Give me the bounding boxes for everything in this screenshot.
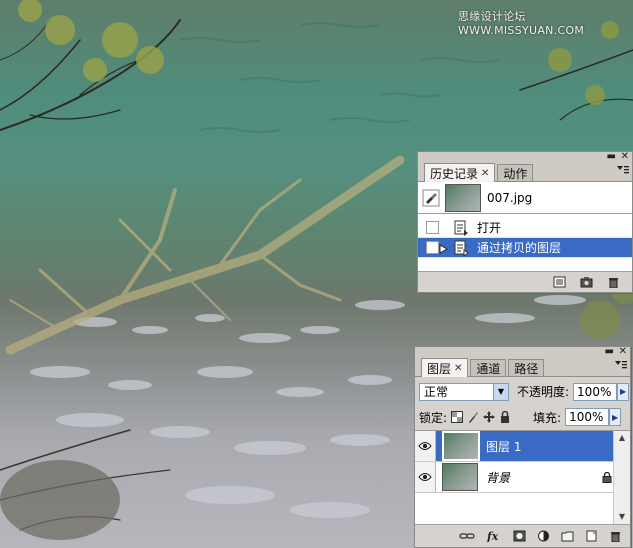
- history-source-checkbox[interactable]: [426, 241, 439, 254]
- watermark-text: 思缘设计论坛 WWW.MISSYUAN.COM: [458, 10, 585, 37]
- panel-menu-icon[interactable]: [617, 165, 629, 175]
- opacity-slider-toggle[interactable]: ▶: [617, 382, 630, 401]
- scroll-up-arrow[interactable]: ▲: [614, 431, 630, 445]
- tab-label: 历史记录: [430, 166, 479, 181]
- tab-paths[interactable]: 路径: [508, 359, 545, 376]
- fx-icon[interactable]: fx: [486, 530, 502, 542]
- history-footer: [418, 271, 632, 291]
- panel-menu-icon[interactable]: [615, 360, 627, 370]
- new-document-from-state-icon[interactable]: [553, 276, 566, 288]
- close-icon[interactable]: ✕: [619, 347, 627, 357]
- snapshot-thumbnail: [445, 183, 481, 212]
- new-layer-icon[interactable]: [585, 530, 598, 542]
- layer-row[interactable]: 背景: [415, 462, 630, 493]
- fill-slider-toggle[interactable]: ▶: [609, 408, 622, 426]
- tab-label: 图层: [427, 361, 452, 376]
- history-state[interactable]: 打开: [418, 218, 632, 238]
- lock-icon: [602, 472, 612, 483]
- history-tab-bar: 历史记录 ✕ 动作: [418, 161, 632, 182]
- tab-close-icon[interactable]: ✕: [454, 363, 462, 374]
- opacity-value: 100%: [577, 384, 612, 399]
- panel-titlebar[interactable]: ▬ ✕: [415, 347, 630, 357]
- history-brush-icon[interactable]: [422, 189, 440, 207]
- opacity-input[interactable]: 100%: [573, 382, 618, 401]
- blend-opacity-row: 正常 ▼ 不透明度: 100% ▶: [415, 379, 630, 404]
- camera-icon[interactable]: [580, 276, 593, 288]
- adjustment-layer-icon[interactable]: [537, 530, 550, 542]
- lock-label: 锁定:: [419, 410, 448, 425]
- history-state-label: 通过拷贝的图层: [477, 241, 562, 255]
- scroll-down-arrow[interactable]: ▼: [614, 510, 630, 524]
- lock-transparency-icon[interactable]: [451, 411, 464, 423]
- history-list: 007.jpg 打开 通过拷贝的图层: [418, 182, 632, 271]
- tab-close-icon[interactable]: ✕: [481, 168, 489, 179]
- lock-position-move-icon[interactable]: [483, 411, 496, 423]
- layers-footer: fx: [415, 524, 630, 547]
- tab-actions[interactable]: 动作: [497, 164, 534, 181]
- history-state-label: 打开: [477, 221, 502, 235]
- close-icon[interactable]: ✕: [621, 152, 629, 162]
- layer-name[interactable]: 图层 1: [486, 438, 521, 455]
- minimize-icon[interactable]: ▬: [605, 347, 614, 357]
- tab-layers[interactable]: 图层 ✕: [421, 358, 469, 377]
- trash-icon[interactable]: [609, 530, 622, 542]
- minimize-icon[interactable]: ▬: [607, 152, 616, 162]
- svg-text:fx: fx: [486, 530, 499, 542]
- link-icon[interactable]: [459, 530, 475, 542]
- layer-thumbnail: [442, 463, 478, 491]
- panel-titlebar[interactable]: ▬ ✕: [418, 152, 632, 162]
- tab-history[interactable]: 历史记录 ✕: [424, 163, 496, 182]
- fill-value: 100%: [569, 410, 604, 424]
- layers-tab-bar: 图层 ✕ 通道 路径: [415, 356, 630, 377]
- lock-pixels-brush-icon[interactable]: [467, 411, 479, 423]
- tab-label: 通道: [476, 361, 501, 376]
- lock-fill-row: 锁定: 填充: 100% ▶: [415, 404, 630, 430]
- chevron-down-icon[interactable]: ▼: [493, 383, 508, 400]
- snapshot-label: 007.jpg: [487, 190, 533, 205]
- layers-panel: ▬ ✕ 图层 ✕ 通道 路径 正常 ▼ 不透明度: 100% ▶ 锁定: 填充:…: [414, 346, 631, 548]
- history-source-checkbox[interactable]: [426, 221, 439, 234]
- fill-label: 填充:: [533, 410, 562, 425]
- fill-input[interactable]: 100%: [565, 408, 610, 426]
- blend-mode-select[interactable]: 正常 ▼: [419, 382, 509, 401]
- trash-icon[interactable]: [607, 276, 620, 288]
- opacity-label: 不透明度:: [517, 385, 570, 399]
- layer-visibility-toggle[interactable]: [415, 462, 436, 492]
- lock-all-icon[interactable]: [499, 411, 511, 423]
- layers-scrollbar[interactable]: ▲ ▼: [613, 431, 630, 524]
- history-snapshot[interactable]: 007.jpg: [418, 182, 632, 214]
- layer-name[interactable]: 背景: [486, 469, 510, 486]
- folder-icon[interactable]: [561, 530, 574, 542]
- history-state[interactable]: 通过拷贝的图层: [418, 238, 632, 258]
- blend-mode-value: 正常: [424, 385, 449, 399]
- history-panel: ▬ ✕ 历史记录 ✕ 动作 007.jpg 打开 通过拷贝的图层: [417, 151, 633, 293]
- layer-thumbnail: [442, 431, 480, 461]
- mask-icon[interactable]: [513, 530, 526, 542]
- tab-label: 路径: [514, 361, 539, 376]
- layer-visibility-toggle[interactable]: [415, 431, 436, 461]
- eye-icon: [418, 442, 432, 450]
- tab-channels[interactable]: 通道: [470, 359, 507, 376]
- tab-label: 动作: [503, 166, 528, 181]
- eye-icon: [418, 473, 432, 481]
- layer-row[interactable]: 图层 1: [415, 431, 630, 462]
- history-state-marker-icon: [439, 244, 449, 254]
- layers-list: 图层 1 背景 ▲ ▼: [415, 430, 630, 524]
- document-icon: [454, 220, 468, 236]
- document-icon: [454, 240, 469, 256]
